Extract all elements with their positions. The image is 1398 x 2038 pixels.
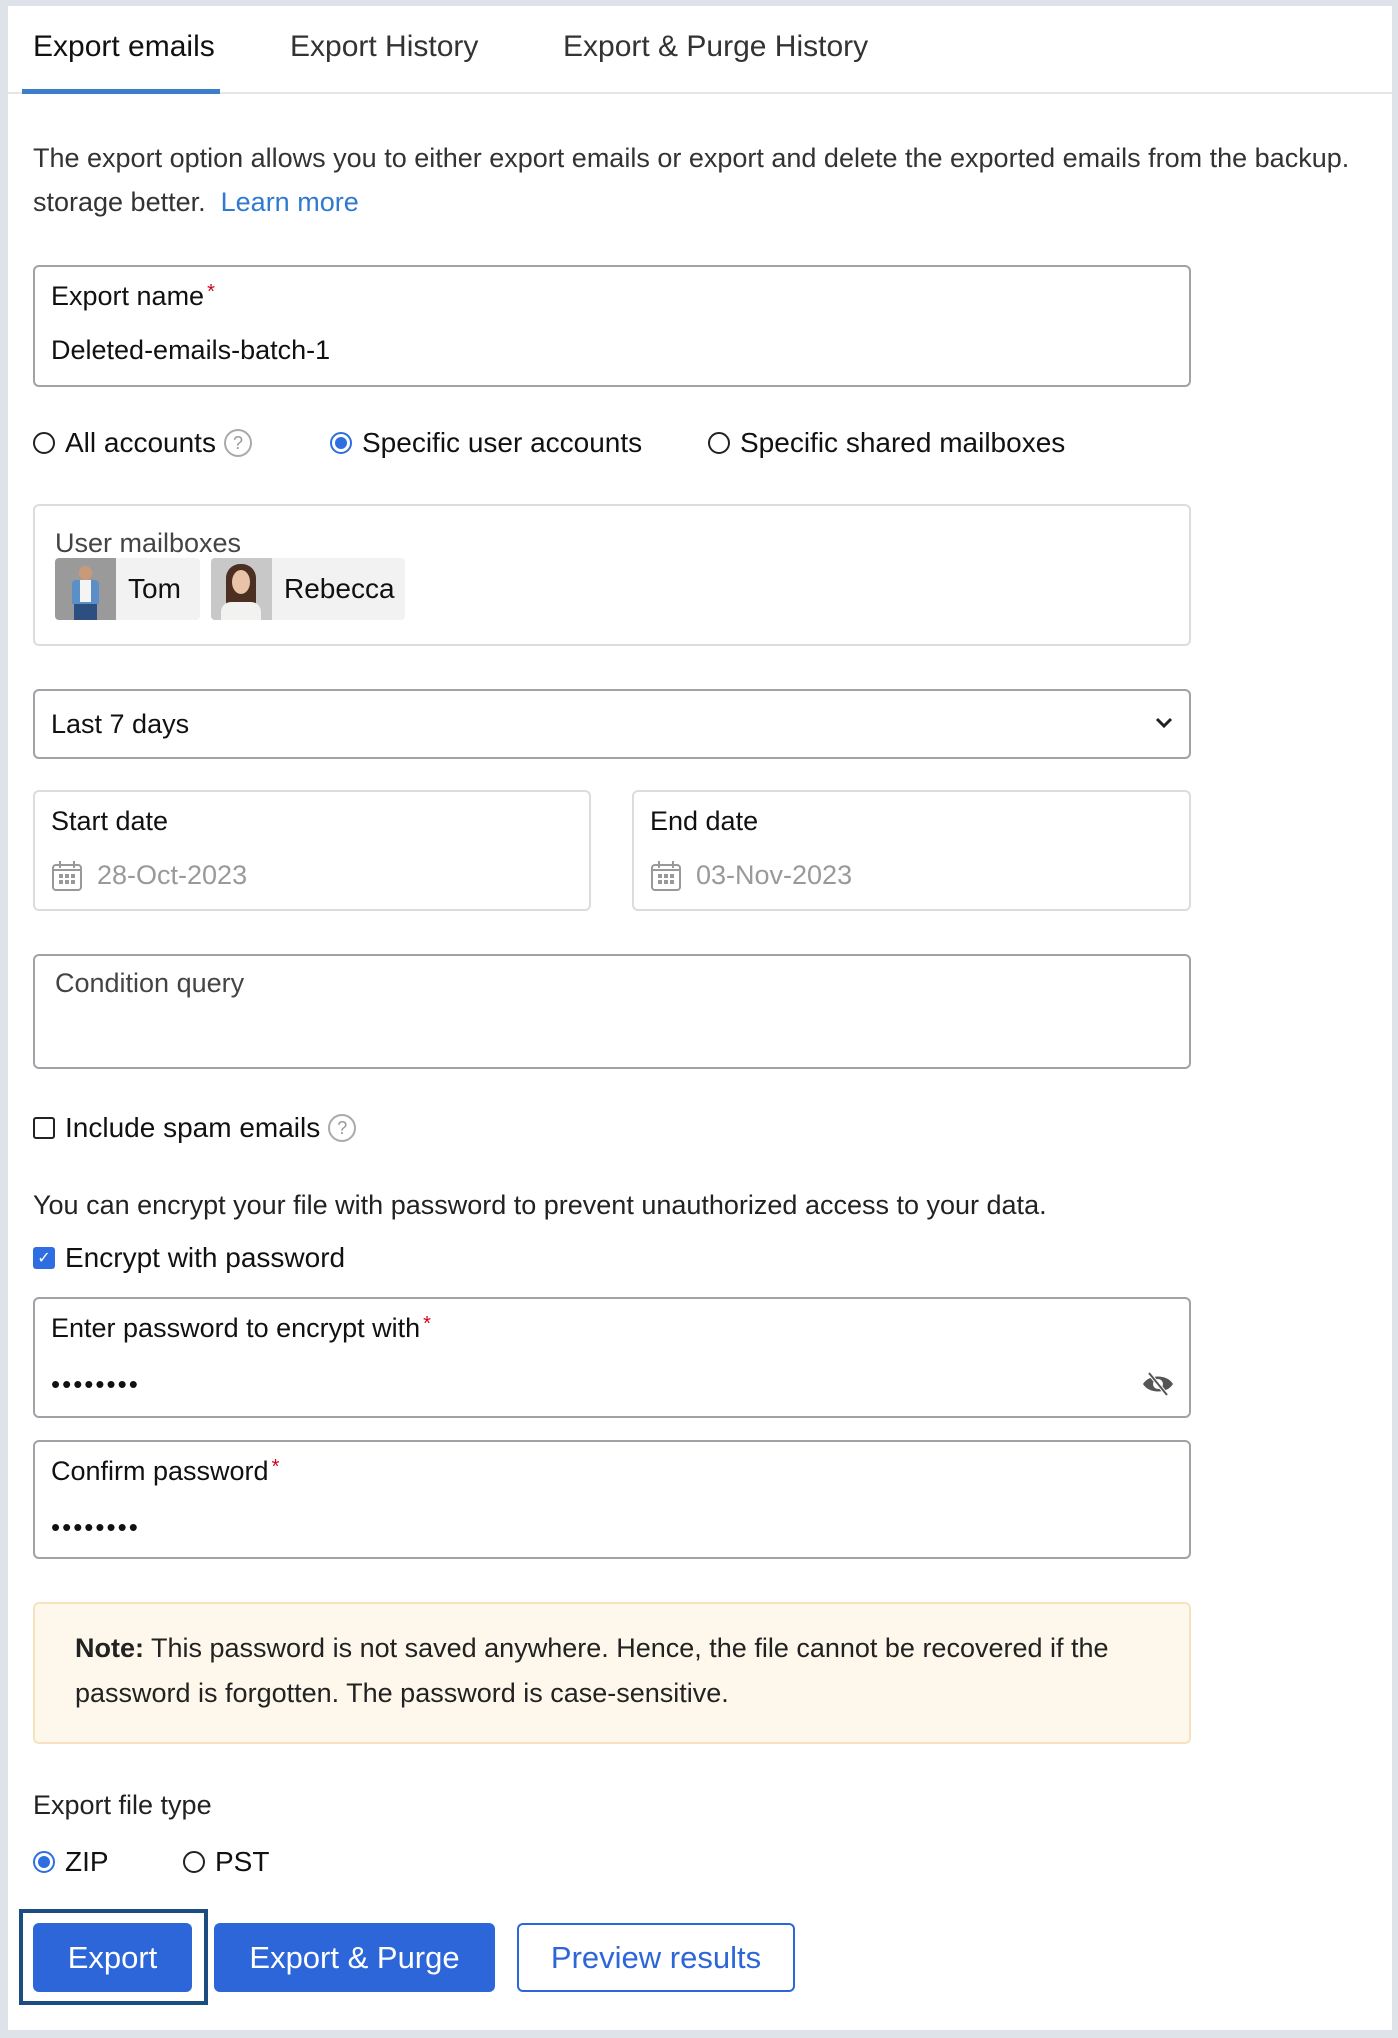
start-date-value[interactable]: 28-Oct-2023 [97, 860, 247, 891]
include-spam-checkbox[interactable]: Include spam emails ? [33, 1112, 357, 1144]
date-range-select[interactable]: Last 7 days [33, 689, 1191, 759]
password-note: Note: This password is not saved anywher… [33, 1602, 1191, 1744]
radio-button[interactable] [183, 1851, 205, 1873]
description-text: storage better. [33, 187, 206, 217]
condition-query-input[interactable]: Condition query [33, 954, 1191, 1069]
checkbox-label: Encrypt with password [65, 1242, 346, 1273]
radio-all-accounts[interactable]: All accounts ? [33, 427, 252, 459]
user-chip-tom[interactable]: Tom [55, 558, 200, 620]
end-date-value[interactable]: 03-Nov-2023 [696, 860, 852, 891]
radio-label: ZIP [65, 1846, 109, 1877]
avatar [55, 558, 116, 620]
export-purge-button[interactable]: Export & Purge [214, 1923, 495, 1992]
confirm-password-field[interactable]: Confirm password * •••••••• [33, 1440, 1191, 1559]
preview-results-button[interactable]: Preview results [517, 1923, 795, 1992]
export-name-field[interactable]: Export name * Deleted-emails-batch-1 [33, 265, 1191, 387]
radio-specific-user-accounts[interactable]: Specific user accounts [330, 427, 642, 459]
active-tab-indicator [22, 89, 220, 94]
note-text: Note: This password is not saved anywher… [75, 1626, 1155, 1716]
end-date-label: End date [650, 806, 759, 836]
avatar [211, 558, 272, 620]
start-date-label: Start date [51, 806, 169, 836]
help-icon[interactable]: ? [328, 1114, 357, 1142]
date-range-value: Last 7 days [51, 709, 190, 739]
radio-pst[interactable]: PST [183, 1846, 269, 1878]
required-mark: * [423, 1313, 431, 1335]
note-body: This password is not saved anywhere. Hen… [75, 1633, 1109, 1708]
export-name-input[interactable]: Deleted-emails-batch-1 [51, 335, 330, 366]
learn-more-link[interactable]: Learn more [221, 187, 359, 217]
help-icon[interactable]: ? [223, 429, 252, 457]
password-label: Enter password to encrypt with * [51, 1313, 431, 1343]
password-input[interactable]: •••••••• [51, 1369, 140, 1400]
chevron-down-icon [1155, 717, 1173, 729]
encrypt-checkbox[interactable]: ✓ Encrypt with password [33, 1242, 345, 1274]
checkbox[interactable] [33, 1117, 55, 1139]
tab-export-purge-history[interactable]: Export & Purge History [563, 30, 868, 64]
radio-button[interactable] [33, 432, 55, 454]
condition-query-placeholder: Condition query [55, 968, 245, 998]
user-chip-rebecca[interactable]: Rebecca [211, 558, 405, 620]
description-line-2: storage better. Learn more [33, 187, 359, 218]
required-mark: * [271, 1456, 280, 1478]
radio-label: Specific shared mailboxes [740, 427, 1066, 458]
radio-specific-shared-mailboxes[interactable]: Specific shared mailboxes [708, 427, 1065, 459]
confirm-password-input[interactable]: •••••••• [51, 1512, 140, 1543]
confirm-password-label: Confirm password * [51, 1456, 280, 1486]
export-name-label: Export name * [51, 281, 215, 311]
export-button[interactable]: Export [33, 1923, 192, 1992]
start-date-field[interactable]: Start date 28-Oct-2023 [33, 790, 591, 911]
radio-label: All accounts [65, 427, 216, 458]
checkbox-checked[interactable]: ✓ [33, 1247, 55, 1269]
radio-button-selected[interactable] [330, 432, 352, 454]
tab-export-history[interactable]: Export History [290, 30, 478, 64]
calendar-icon [651, 861, 681, 891]
radio-button-selected[interactable] [33, 1851, 55, 1873]
required-mark: * [207, 281, 215, 303]
note-label: Note: [75, 1633, 144, 1663]
radio-zip[interactable]: ZIP [33, 1846, 109, 1878]
user-chip-name: Tom [128, 573, 181, 604]
password-field[interactable]: Enter password to encrypt with * •••••••• [33, 1297, 1191, 1418]
end-date-field[interactable]: End date 03-Nov-2023 [632, 790, 1191, 911]
user-mailboxes-label: User mailboxes [55, 528, 242, 558]
encrypt-info: You can encrypt your file with password … [33, 1190, 1047, 1220]
user-chip-name: Rebecca [284, 573, 395, 604]
user-mailboxes-field[interactable]: User mailboxes [33, 504, 1191, 646]
calendar-icon [52, 861, 82, 891]
eye-slash-icon[interactable] [1141, 1371, 1175, 1397]
radio-label: PST [215, 1846, 270, 1877]
radio-label: Specific user accounts [362, 427, 643, 458]
checkbox-label: Include spam emails [65, 1112, 321, 1143]
radio-button[interactable] [708, 432, 730, 454]
description-line-1: The export option allows you to either e… [33, 143, 1350, 173]
tab-export-emails[interactable]: Export emails [33, 30, 215, 64]
file-type-label: Export file type [33, 1790, 212, 1820]
